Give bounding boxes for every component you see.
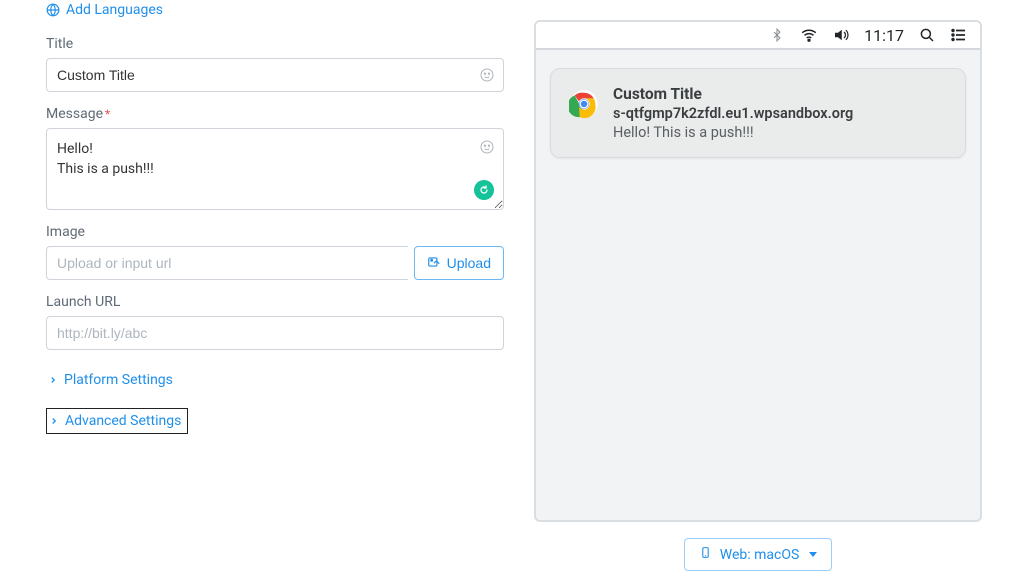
advanced-settings-toggle[interactable]: Advanced Settings	[46, 408, 188, 434]
list-icon	[950, 26, 968, 44]
message-field-group: Message*	[46, 106, 504, 210]
launch-url-input[interactable]	[46, 316, 504, 350]
grammarly-icon[interactable]	[474, 180, 494, 200]
emoji-icon[interactable]	[478, 138, 496, 156]
image-label: Image	[46, 224, 504, 240]
upload-label: Upload	[447, 255, 491, 271]
preview-panel: 11:17	[522, 0, 1024, 583]
upload-icon	[427, 255, 441, 272]
preview-frame: 11:17	[534, 20, 982, 522]
chrome-icon	[569, 89, 599, 119]
chevron-down-icon	[809, 552, 817, 557]
image-url-input[interactable]	[46, 246, 408, 280]
add-languages-label: Add Languages	[66, 2, 163, 18]
chevron-right-icon	[48, 375, 58, 385]
platform-selector[interactable]: Web: macOS	[684, 538, 833, 571]
title-input[interactable]	[46, 58, 504, 92]
notification-url: s-qtfgmp7k2zfdl.eu1.wpsandbox.org	[613, 105, 947, 122]
message-input[interactable]	[46, 128, 504, 210]
globe-icon	[46, 3, 60, 17]
image-field-group: Image Upload	[46, 224, 504, 280]
notification-message: Hello! This is a push!!!	[613, 124, 947, 141]
platform-settings-toggle[interactable]: Platform Settings	[46, 368, 179, 392]
search-icon	[918, 26, 936, 44]
form-panel: Add Languages Title Message*	[0, 0, 522, 583]
emoji-icon[interactable]	[478, 66, 496, 84]
title-label: Title	[46, 36, 504, 52]
menubar-time: 11:17	[864, 26, 904, 45]
advanced-settings-label: Advanced Settings	[65, 413, 181, 429]
notification-title: Custom Title	[613, 85, 947, 103]
notification-preview: Custom Title s-qtfgmp7k2zfdl.eu1.wpsandb…	[550, 68, 966, 158]
add-languages-link[interactable]: Add Languages	[46, 2, 504, 18]
upload-button[interactable]: Upload	[414, 246, 504, 280]
platform-selector-label: Web: macOS	[720, 547, 800, 563]
chevron-right-icon	[49, 416, 59, 426]
launch-url-label: Launch URL	[46, 294, 504, 310]
wifi-icon	[800, 26, 818, 44]
message-label: Message*	[46, 106, 504, 122]
title-field-group: Title	[46, 36, 504, 92]
volume-icon	[832, 26, 850, 44]
platform-settings-label: Platform Settings	[64, 372, 173, 388]
bluetooth-icon	[768, 26, 786, 44]
mobile-icon	[699, 546, 712, 563]
macos-menubar: 11:17	[536, 22, 980, 50]
launch-url-field-group: Launch URL	[46, 294, 504, 350]
